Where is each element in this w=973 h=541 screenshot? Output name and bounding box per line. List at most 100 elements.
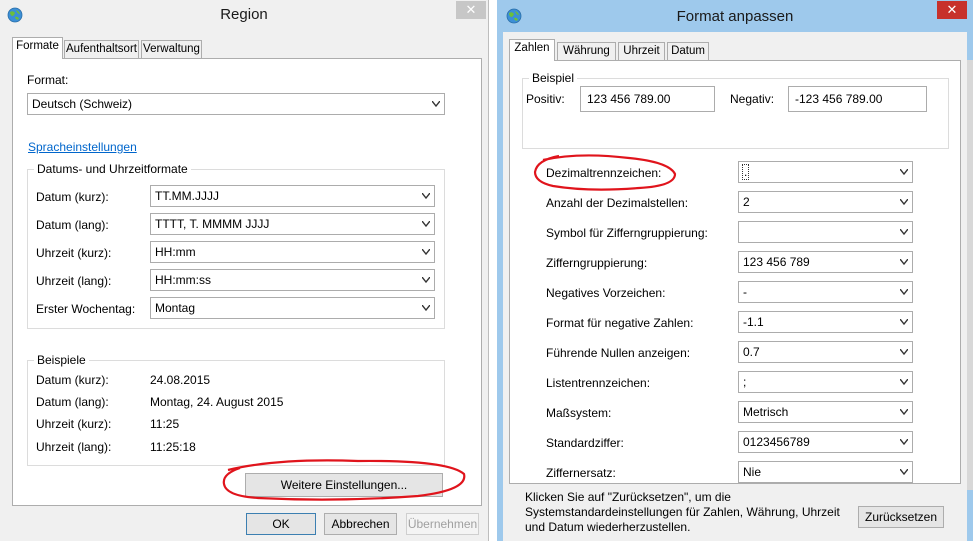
chevron-down-icon bbox=[900, 229, 908, 235]
standard-digits-select[interactable]: 0123456789 bbox=[738, 431, 913, 453]
date-short-label: Datum (kurz): bbox=[36, 190, 109, 204]
cancel-button[interactable]: Abbrechen bbox=[324, 513, 397, 535]
examples-group: Beispiele Datum (kurz): 24.08.2015 Datum… bbox=[27, 353, 445, 466]
region-formats-panel: Format: Deutsch (Schweiz) Spracheinstell… bbox=[12, 58, 482, 506]
chevron-down-icon bbox=[900, 379, 908, 385]
leading-zeros-label: Führende Nullen anzeigen: bbox=[546, 346, 691, 360]
grouping-symbol-label: Symbol für Zifferngruppierung: bbox=[546, 226, 708, 240]
example-time-long-value: 11:25:18 bbox=[150, 440, 196, 454]
chevron-down-icon bbox=[900, 289, 908, 295]
region-titlebar[interactable]: Region ✕ bbox=[0, 0, 488, 31]
close-icon: ✕ bbox=[946, 2, 958, 17]
measurement-system-value: Metrisch bbox=[743, 405, 789, 419]
example-date-long-value: Montag, 24. August 2015 bbox=[150, 395, 284, 409]
grouping-symbol-select[interactable] bbox=[738, 221, 913, 243]
chevron-down-icon bbox=[422, 277, 430, 283]
digit-substitution-value: Nie bbox=[743, 465, 762, 479]
ok-button[interactable]: OK bbox=[246, 513, 316, 535]
tab-aufenthaltsort[interactable]: Aufenthaltsort bbox=[64, 40, 139, 59]
negative-sign-select[interactable]: - bbox=[738, 281, 913, 303]
chevron-down-icon bbox=[422, 305, 430, 311]
chevron-down-icon bbox=[432, 101, 440, 107]
tab-zahlen[interactable]: Zahlen bbox=[509, 39, 555, 61]
region-title: Region bbox=[220, 6, 268, 23]
chevron-down-icon bbox=[422, 221, 430, 227]
negative-format-value: -1.1 bbox=[743, 315, 764, 329]
first-weekday-select[interactable]: Montag bbox=[150, 297, 435, 319]
reset-button[interactable]: Zurücksetzen bbox=[858, 506, 944, 528]
time-long-value: HH:mm:ss bbox=[155, 273, 211, 287]
digit-grouping-label: Zifferngruppierung: bbox=[546, 256, 648, 270]
date-time-formats-title: Datums- und Uhrzeitformate bbox=[34, 162, 191, 176]
decimal-places-value: 2 bbox=[743, 195, 750, 209]
negative-sign-value: - bbox=[743, 285, 747, 299]
list-separator-value: ; bbox=[743, 375, 747, 389]
digit-grouping-select[interactable]: 123 456 789 bbox=[738, 251, 913, 273]
time-short-select[interactable]: HH:mm bbox=[150, 241, 435, 263]
chevron-down-icon bbox=[900, 199, 908, 205]
chevron-down-icon bbox=[900, 469, 908, 475]
first-weekday-value: Montag bbox=[155, 301, 196, 315]
background-edge bbox=[967, 60, 973, 490]
chevron-down-icon bbox=[900, 319, 908, 325]
digit-substitution-label: Ziffernersatz: bbox=[546, 466, 616, 480]
decimal-places-label: Anzahl der Dezimalstellen: bbox=[546, 196, 689, 210]
annotation-circle-decimal-separator bbox=[533, 154, 677, 191]
example-time-short-label: Uhrzeit (kurz): bbox=[36, 417, 112, 431]
negative-format-select[interactable]: -1.1 bbox=[738, 311, 913, 333]
region-tab-strip: Formate Aufenthaltsort Verwaltung bbox=[12, 37, 482, 60]
chevron-down-icon bbox=[422, 249, 430, 255]
format-window: Format anpassen ✕ Zahlen Währung Uhrzeit… bbox=[497, 0, 973, 541]
date-long-label: Datum (lang): bbox=[36, 218, 109, 232]
reset-hint-text: Klicken Sie auf "Zurücksetzen", um die S… bbox=[525, 490, 840, 534]
chevron-down-icon bbox=[900, 439, 908, 445]
leading-zeros-select[interactable]: 0.7 bbox=[738, 341, 913, 363]
format-tab-strip: Zahlen Währung Uhrzeit Datum bbox=[509, 39, 959, 62]
chevron-down-icon bbox=[900, 349, 908, 355]
format-title: Format anpassen bbox=[676, 8, 794, 25]
measurement-system-select[interactable]: Metrisch bbox=[738, 401, 913, 423]
time-short-value: HH:mm bbox=[155, 245, 196, 259]
chevron-down-icon bbox=[422, 193, 430, 199]
digit-substitution-select[interactable]: Nie bbox=[738, 461, 913, 483]
format-titlebar[interactable]: Format anpassen ✕ bbox=[497, 0, 973, 32]
time-short-label: Uhrzeit (kurz): bbox=[36, 246, 112, 260]
tab-uhrzeit[interactable]: Uhrzeit bbox=[618, 42, 665, 61]
language-settings-link[interactable]: Spracheinstellungen bbox=[28, 140, 137, 154]
decimal-places-select[interactable]: 2 bbox=[738, 191, 913, 213]
region-close-button[interactable]: ✕ bbox=[456, 1, 486, 19]
format-close-button[interactable]: ✕ bbox=[937, 1, 967, 19]
annotation-circle-more-settings bbox=[222, 459, 466, 501]
date-time-formats-group: Datums- und Uhrzeitformate Datum (kurz):… bbox=[27, 162, 445, 329]
example-date-long-label: Datum (lang): bbox=[36, 395, 109, 409]
example-time-long-label: Uhrzeit (lang): bbox=[36, 440, 112, 454]
format-select[interactable]: Deutsch (Schweiz) bbox=[27, 93, 445, 115]
examples-title: Beispiele bbox=[34, 353, 89, 367]
standard-digits-value: 0123456789 bbox=[743, 435, 810, 449]
measurement-system-label: Maßsystem: bbox=[546, 406, 612, 420]
date-short-value: TT.MM.JJJJ bbox=[155, 189, 219, 203]
first-weekday-label: Erster Wochentag: bbox=[36, 302, 136, 316]
list-separator-select[interactable]: ; bbox=[738, 371, 913, 393]
negative-sign-label: Negatives Vorzeichen: bbox=[546, 286, 666, 300]
example-time-short-value: 11:25 bbox=[150, 417, 180, 431]
apply-button[interactable]: Übernehmen bbox=[406, 513, 479, 535]
time-long-select[interactable]: HH:mm:ss bbox=[150, 269, 435, 291]
leading-zeros-value: 0.7 bbox=[743, 345, 760, 359]
decimal-separator-select[interactable]: . bbox=[738, 161, 913, 183]
numbers-panel: Beispiel Positiv: 123 456 789.00 Negativ… bbox=[509, 60, 961, 484]
chevron-down-icon bbox=[900, 259, 908, 265]
example-date-short-label: Datum (kurz): bbox=[36, 373, 109, 387]
tab-datum[interactable]: Datum bbox=[667, 42, 709, 61]
tab-formate[interactable]: Formate bbox=[12, 37, 63, 59]
tab-waehrung[interactable]: Währung bbox=[557, 42, 616, 61]
time-long-label: Uhrzeit (lang): bbox=[36, 274, 112, 288]
date-short-select[interactable]: TT.MM.JJJJ bbox=[150, 185, 435, 207]
standard-digits-label: Standardziffer: bbox=[546, 436, 624, 450]
date-long-select[interactable]: TTTT, T. MMMM JJJJ bbox=[150, 213, 435, 235]
format-select-value: Deutsch (Schweiz) bbox=[32, 97, 133, 111]
settings-list: Dezimaltrennzeichen: . Anzahl der Dezima… bbox=[510, 61, 962, 485]
tab-verwaltung[interactable]: Verwaltung bbox=[141, 40, 202, 59]
decimal-separator-value: . bbox=[741, 164, 750, 180]
format-label: Format: bbox=[27, 73, 69, 87]
